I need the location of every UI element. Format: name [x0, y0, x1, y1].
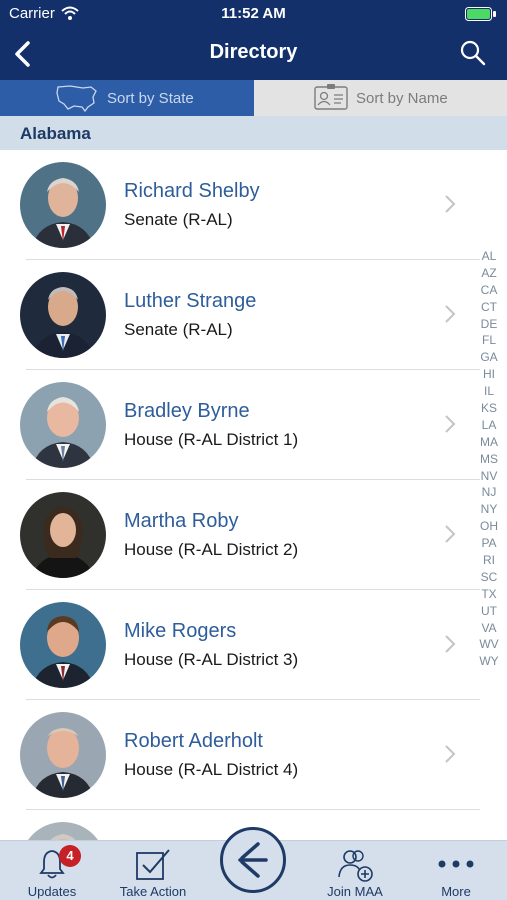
list-item[interactable]: Robert Aderholt House (R-AL District 4): [0, 700, 480, 810]
state-index-item[interactable]: OH: [477, 518, 501, 535]
list-item[interactable]: Richard Shelby Senate (R-AL): [0, 150, 480, 260]
state-index-bar[interactable]: AL AZ CA CT DE FL GA HI IL KS LA MA MS NV NJ NY OH PA RI SC…: [477, 248, 501, 670]
avatar: [20, 492, 106, 578]
member-name: Bradley Byrne: [124, 400, 250, 422]
member-list[interactable]: Richard Shelby Senate (R-AL) Luther Stra…: [0, 150, 507, 840]
add-user-icon: [338, 850, 373, 882]
member-name: Robert Aderholt: [124, 730, 263, 752]
state-index-item[interactable]: HI: [477, 366, 501, 383]
avatar: [20, 712, 106, 798]
avatar: [20, 602, 106, 688]
id-card-icon: [314, 84, 348, 110]
state-index-item[interactable]: WY: [477, 653, 501, 670]
state-index-item[interactable]: NJ: [477, 484, 501, 501]
chevron-right-icon: [445, 415, 456, 433]
clock: 11:52 AM: [221, 5, 286, 22]
sort-by-state-label: Sort by State: [107, 90, 194, 107]
status-bar: Carrier 11:52 AM: [0, 0, 507, 28]
brand-arrow-icon: [238, 842, 268, 878]
member-name: Luther Strange: [124, 290, 257, 312]
state-index-item[interactable]: NV: [477, 468, 501, 485]
member-name: Martha Roby: [124, 510, 239, 532]
chevron-right-icon: [445, 745, 456, 763]
state-index-item[interactable]: TX: [477, 586, 501, 603]
state-index-item[interactable]: WV: [477, 636, 501, 653]
sort-by-name-tab[interactable]: Sort by Name: [254, 80, 507, 116]
navigation-bar: Directory: [0, 28, 507, 80]
section-header-state: Alabama: [0, 116, 507, 150]
state-index-item[interactable]: PA: [477, 535, 501, 552]
notification-badge: 4: [59, 845, 81, 867]
state-index-item[interactable]: VA: [477, 620, 501, 637]
state-index-item[interactable]: UT: [477, 603, 501, 620]
tab-updates[interactable]: 4 Updates: [10, 841, 94, 900]
member-role: House (R-AL District 4): [124, 760, 299, 779]
member-role: Senate (R-AL): [124, 210, 233, 229]
page-title: Directory: [209, 41, 298, 63]
tab-take-action[interactable]: Take Action: [110, 841, 196, 900]
state-index-item[interactable]: RI: [477, 552, 501, 569]
state-index-item[interactable]: IL: [477, 383, 501, 400]
chevron-right-icon: [445, 635, 456, 653]
list-item[interactable]: Bradley Byrne House (R-AL District 1): [0, 370, 480, 480]
center-action-button[interactable]: [220, 827, 286, 893]
sort-segmented-control: Sort by State Sort by Name: [0, 80, 507, 116]
avatar: [20, 272, 106, 358]
avatar: [20, 162, 106, 248]
state-index-item[interactable]: LA: [477, 417, 501, 434]
member-role: House (R-AL District 1): [124, 430, 299, 449]
tab-join[interactable]: Join MAA: [312, 841, 398, 900]
tab-join-label: Join MAA: [327, 884, 383, 899]
list-item[interactable]: Martha Roby House (R-AL District 2): [0, 480, 480, 590]
tab-take-action-label: Take Action: [119, 884, 187, 899]
sort-by-state-tab[interactable]: Sort by State: [0, 80, 254, 116]
section-title: Alabama: [20, 124, 91, 143]
state-index-item[interactable]: SC: [477, 569, 501, 586]
state-index-item[interactable]: NY: [477, 501, 501, 518]
list-item[interactable]: Luther Strange Senate (R-AL): [0, 260, 480, 370]
tab-updates-label: Updates: [27, 884, 77, 899]
tab-more-label: More: [441, 884, 471, 899]
search-icon[interactable]: [459, 39, 487, 67]
us-map-icon: [56, 85, 97, 113]
member-role: House (R-AL District 2): [124, 540, 299, 559]
state-index-item[interactable]: MS: [477, 451, 501, 468]
checkbox-icon: [136, 849, 170, 880]
state-index-item[interactable]: AL: [477, 248, 501, 265]
state-index-item[interactable]: GA: [477, 349, 501, 366]
state-index-item[interactable]: AZ: [477, 265, 501, 282]
member-role: House (R-AL District 3): [124, 650, 299, 669]
state-index-item[interactable]: KS: [477, 400, 501, 417]
chevron-right-icon: [445, 195, 456, 213]
member-name: Richard Shelby: [124, 180, 260, 202]
battery-icon: [465, 7, 496, 21]
state-index-item[interactable]: CA: [477, 282, 501, 299]
avatar: [20, 822, 106, 840]
tab-more[interactable]: More: [416, 841, 496, 900]
list-item[interactable]: Mike Rogers House (R-AL District 3): [0, 590, 480, 700]
state-index-item[interactable]: FL: [477, 332, 501, 349]
state-index-item[interactable]: DE: [477, 316, 501, 333]
more-dots-icon: [438, 860, 474, 868]
avatar: [20, 382, 106, 468]
state-index-item[interactable]: MA: [477, 434, 501, 451]
member-name: Mike Rogers: [124, 620, 237, 642]
chevron-right-icon: [445, 305, 456, 323]
state-index-item[interactable]: CT: [477, 299, 501, 316]
sort-by-name-label: Sort by Name: [356, 90, 448, 107]
chevron-right-icon: [445, 525, 456, 543]
member-role: Senate (R-AL): [124, 320, 233, 339]
